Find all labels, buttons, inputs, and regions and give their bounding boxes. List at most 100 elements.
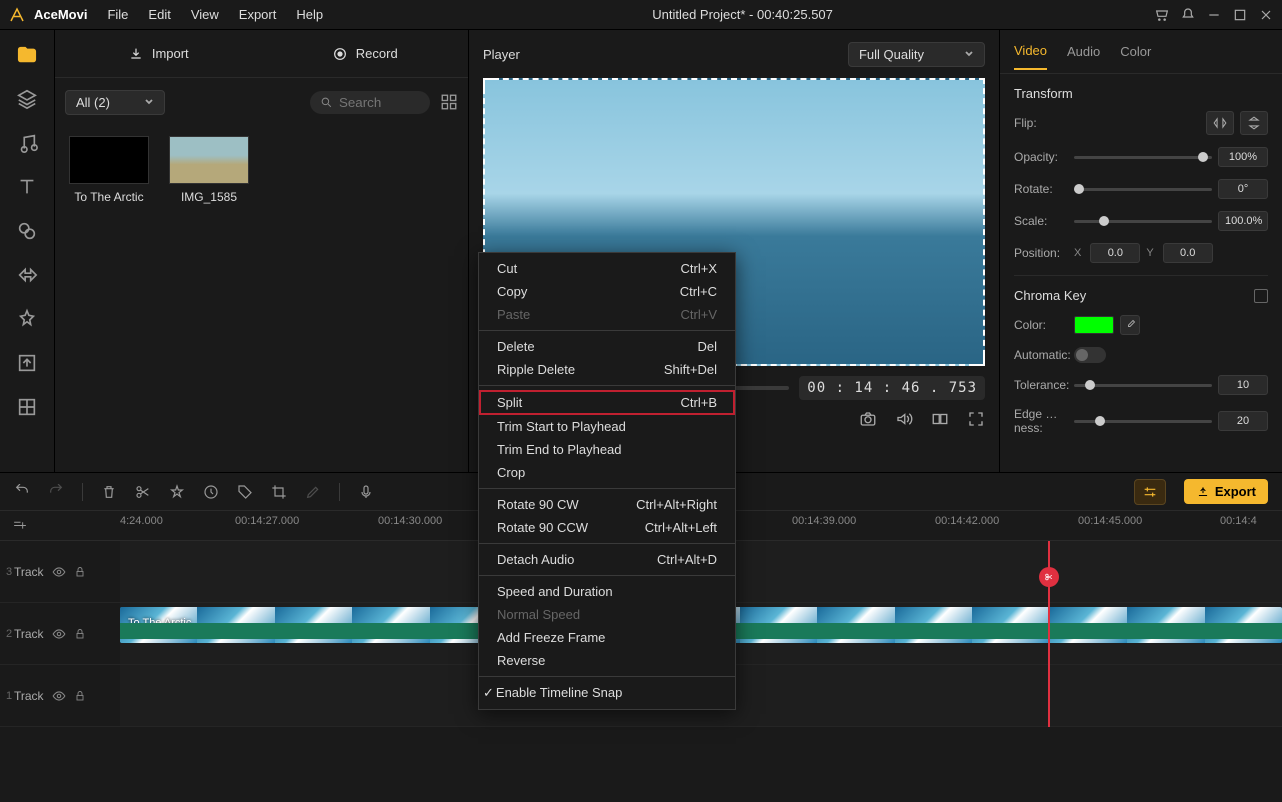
layers-icon[interactable] bbox=[16, 88, 38, 110]
ctx-reverse[interactable]: Reverse bbox=[479, 649, 735, 672]
split-screen-icon[interactable] bbox=[16, 396, 38, 418]
props-tab-video[interactable]: Video bbox=[1014, 33, 1047, 70]
timeline-settings-button[interactable] bbox=[1134, 479, 1166, 505]
delete-icon[interactable] bbox=[101, 484, 117, 500]
quality-dropdown[interactable]: Full Quality bbox=[848, 42, 985, 67]
menu-edit[interactable]: Edit bbox=[140, 3, 178, 26]
menu-view[interactable]: View bbox=[183, 3, 227, 26]
opacity-slider[interactable] bbox=[1074, 156, 1212, 159]
media-filter-dropdown[interactable]: All (2) bbox=[65, 90, 165, 115]
marker-icon[interactable] bbox=[38, 518, 54, 534]
playhead-handle[interactable] bbox=[1039, 567, 1059, 587]
ctx-crop[interactable]: Crop bbox=[479, 461, 735, 484]
speed-icon[interactable] bbox=[169, 484, 185, 500]
context-menu: CutCtrl+XCopyCtrl+CPasteCtrl+VDeleteDelR… bbox=[478, 252, 736, 710]
lock-icon[interactable] bbox=[74, 628, 86, 640]
ctx-copy[interactable]: CopyCtrl+C bbox=[479, 280, 735, 303]
edge-slider[interactable] bbox=[1074, 420, 1212, 423]
compare-icon[interactable] bbox=[931, 410, 949, 428]
ctx-ripple-delete[interactable]: Ripple DeleteShift+Del bbox=[479, 358, 735, 381]
rotate-label: Rotate: bbox=[1014, 182, 1074, 196]
search-box[interactable] bbox=[310, 91, 430, 114]
ctx-trim-start-to-playhead[interactable]: Trim Start to Playhead bbox=[479, 415, 735, 438]
search-icon bbox=[320, 96, 333, 109]
undo-icon[interactable] bbox=[14, 484, 30, 500]
grid-view-icon[interactable] bbox=[440, 93, 458, 111]
playhead[interactable] bbox=[1048, 541, 1050, 727]
effects-icon[interactable] bbox=[16, 220, 38, 242]
eye-icon[interactable] bbox=[52, 689, 66, 703]
rotate-slider[interactable] bbox=[1074, 188, 1212, 191]
ctx-speed-and-duration[interactable]: Speed and Duration bbox=[479, 580, 735, 603]
tolerance-value[interactable]: 10 bbox=[1218, 375, 1268, 395]
mic-icon[interactable] bbox=[358, 484, 374, 500]
redo-icon[interactable] bbox=[48, 484, 64, 500]
tolerance-slider[interactable] bbox=[1074, 384, 1212, 387]
text-icon[interactable] bbox=[16, 176, 38, 198]
position-y[interactable]: 0.0 bbox=[1163, 243, 1213, 263]
media-tab-icon[interactable] bbox=[16, 44, 38, 66]
menu-help[interactable]: Help bbox=[288, 3, 331, 26]
split-icon[interactable] bbox=[135, 484, 151, 500]
media-item[interactable]: IMG_1585 bbox=[169, 136, 249, 204]
main-menu: File Edit View Export Help bbox=[99, 3, 331, 26]
ctx-enable-timeline-snap[interactable]: ✓Enable Timeline Snap bbox=[479, 681, 735, 705]
automatic-toggle[interactable] bbox=[1074, 347, 1106, 363]
media-item[interactable]: To The Arctic bbox=[69, 136, 149, 204]
opacity-label: Opacity: bbox=[1014, 150, 1074, 164]
ctx-delete[interactable]: DeleteDel bbox=[479, 335, 735, 358]
close-icon[interactable] bbox=[1258, 7, 1274, 23]
props-tab-color[interactable]: Color bbox=[1120, 34, 1151, 69]
chroma-checkbox[interactable] bbox=[1254, 289, 1268, 303]
flip-vertical-button[interactable] bbox=[1240, 111, 1268, 135]
volume-icon[interactable] bbox=[895, 410, 913, 428]
props-tab-audio[interactable]: Audio bbox=[1067, 34, 1100, 69]
menu-file[interactable]: File bbox=[99, 3, 136, 26]
ctx-detach-audio[interactable]: Detach AudioCtrl+Alt+D bbox=[479, 548, 735, 571]
record-tab[interactable]: Record bbox=[262, 30, 469, 77]
eyedropper-button[interactable] bbox=[1120, 315, 1140, 335]
scale-value[interactable]: 100.0% bbox=[1218, 211, 1268, 231]
export-button[interactable]: Export bbox=[1184, 479, 1268, 504]
chroma-color-swatch[interactable] bbox=[1074, 316, 1114, 334]
lock-icon[interactable] bbox=[74, 690, 86, 702]
edge-value[interactable]: 20 bbox=[1218, 411, 1268, 431]
scale-slider[interactable] bbox=[1074, 220, 1212, 223]
fullscreen-icon[interactable] bbox=[967, 410, 985, 428]
menu-export[interactable]: Export bbox=[231, 3, 285, 26]
app-logo-icon bbox=[8, 6, 26, 24]
ctx-split[interactable]: SplitCtrl+B bbox=[479, 390, 735, 415]
ctx-rotate-90-ccw[interactable]: Rotate 90 CCWCtrl+Alt+Left bbox=[479, 516, 735, 539]
opacity-value[interactable]: 100% bbox=[1218, 147, 1268, 167]
ctx-cut[interactable]: CutCtrl+X bbox=[479, 257, 735, 280]
add-track-icon[interactable] bbox=[12, 518, 28, 534]
rotate-value[interactable]: 0° bbox=[1218, 179, 1268, 199]
flip-horizontal-button[interactable] bbox=[1206, 111, 1234, 135]
export-icon[interactable] bbox=[16, 352, 38, 374]
crop-tool-icon[interactable] bbox=[271, 484, 287, 500]
timecode-display: 00 : 14 : 46 . 753 bbox=[799, 376, 985, 400]
ctx-add-freeze-frame[interactable]: Add Freeze Frame bbox=[479, 626, 735, 649]
tag-icon[interactable] bbox=[237, 484, 253, 500]
position-x[interactable]: 0.0 bbox=[1090, 243, 1140, 263]
edit-icon[interactable] bbox=[305, 484, 321, 500]
eye-icon[interactable] bbox=[52, 627, 66, 641]
music-icon[interactable] bbox=[16, 132, 38, 154]
import-tab[interactable]: Import bbox=[55, 30, 262, 77]
search-input[interactable] bbox=[339, 95, 419, 110]
snapshot-icon[interactable] bbox=[859, 410, 877, 428]
lock-icon[interactable] bbox=[74, 566, 86, 578]
elements-icon[interactable] bbox=[16, 308, 38, 330]
chroma-section: Chroma Key bbox=[1014, 288, 1086, 303]
ctx-trim-end-to-playhead[interactable]: Trim End to Playhead bbox=[479, 438, 735, 461]
media-panel: Import Record All (2) To The bbox=[55, 30, 469, 472]
scale-label: Scale: bbox=[1014, 214, 1074, 228]
ctx-rotate-90-cw[interactable]: Rotate 90 CWCtrl+Alt+Right bbox=[479, 493, 735, 516]
minimize-icon[interactable] bbox=[1206, 7, 1222, 23]
cart-icon[interactable] bbox=[1154, 7, 1170, 23]
maximize-icon[interactable] bbox=[1232, 7, 1248, 23]
eye-icon[interactable] bbox=[52, 565, 66, 579]
crop-icon[interactable] bbox=[203, 484, 219, 500]
bell-icon[interactable] bbox=[1180, 7, 1196, 23]
transitions-icon[interactable] bbox=[16, 264, 38, 286]
